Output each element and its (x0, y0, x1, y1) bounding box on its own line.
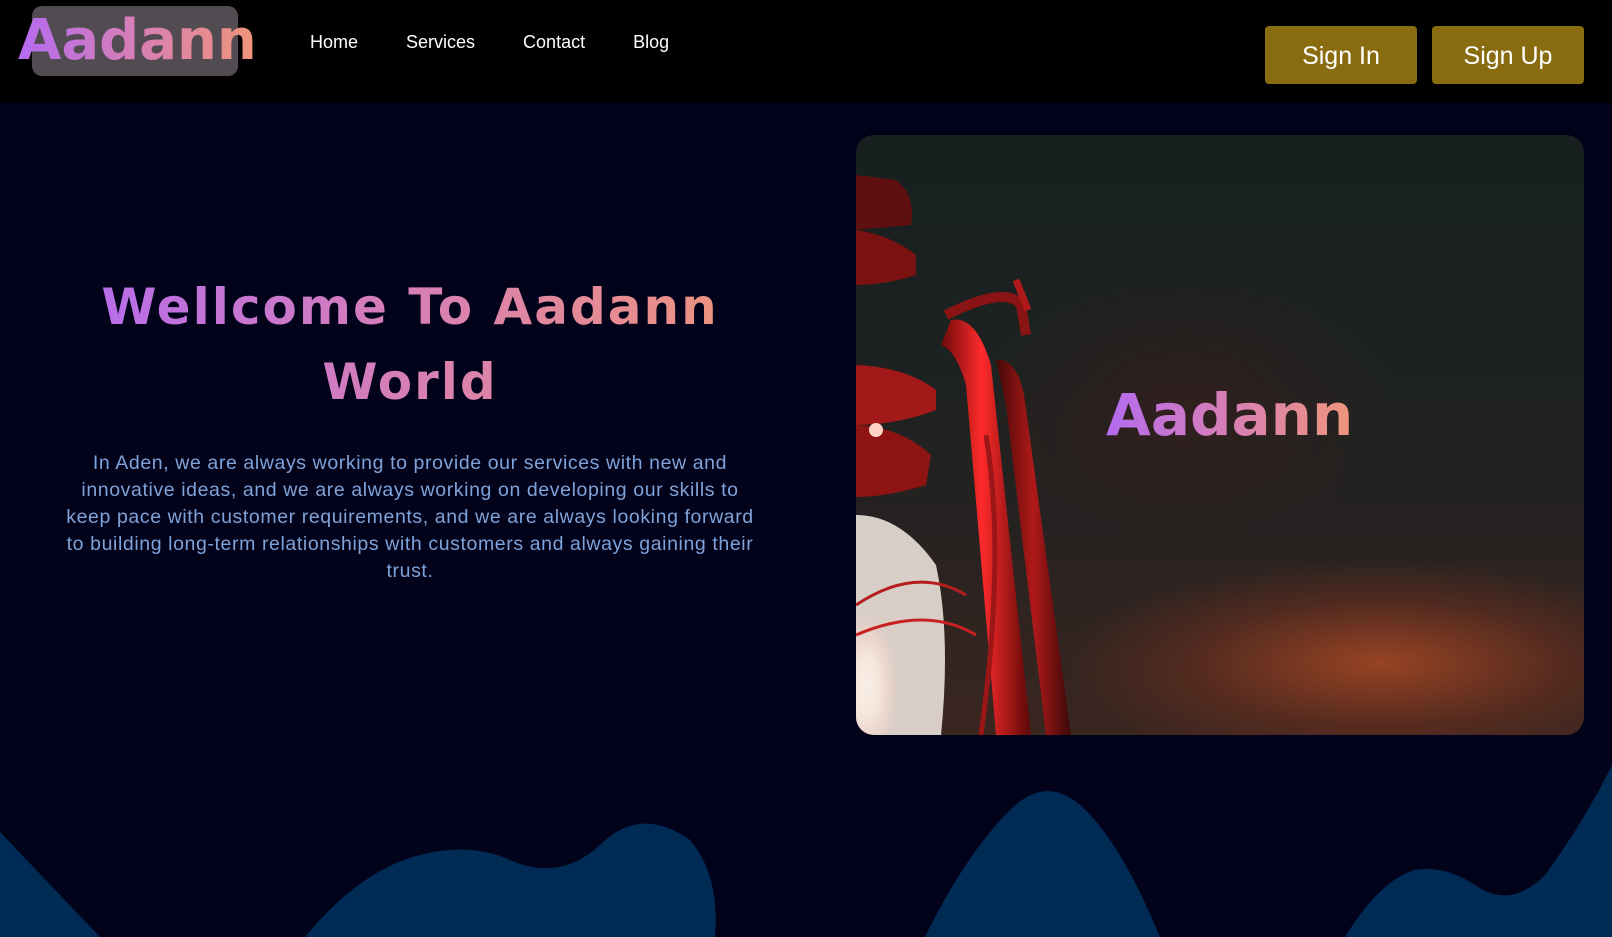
nav-link-blog[interactable]: Blog (633, 30, 669, 54)
hero-image-card: Aadann (856, 135, 1584, 735)
nav-link-contact[interactable]: Contact (523, 30, 585, 54)
hero-title-line1: Wellcome To Aadann (101, 278, 719, 336)
nav-link-services[interactable]: Services (406, 30, 475, 54)
card-brand-text: Aadann (1106, 381, 1354, 449)
hero-description: In Aden, we are always working to provid… (66, 452, 754, 582)
hero-title: Wellcome To Aadann World (60, 270, 760, 420)
page: Aadann Home Services Contact Blog Sign I… (0, 0, 1612, 937)
main-nav: Home Services Contact Blog (310, 30, 717, 54)
site-logo[interactable]: Aadann (18, 6, 258, 76)
navbar: Aadann Home Services Contact Blog Sign I… (0, 0, 1612, 103)
nav-link-home[interactable]: Home (310, 30, 358, 54)
sign-in-button[interactable]: Sign In (1265, 26, 1417, 84)
sign-up-button[interactable]: Sign Up (1432, 26, 1584, 84)
logo-text: Aadann (18, 8, 257, 73)
hero-title-line2: World (322, 353, 498, 411)
wave-decoration (0, 765, 1612, 937)
